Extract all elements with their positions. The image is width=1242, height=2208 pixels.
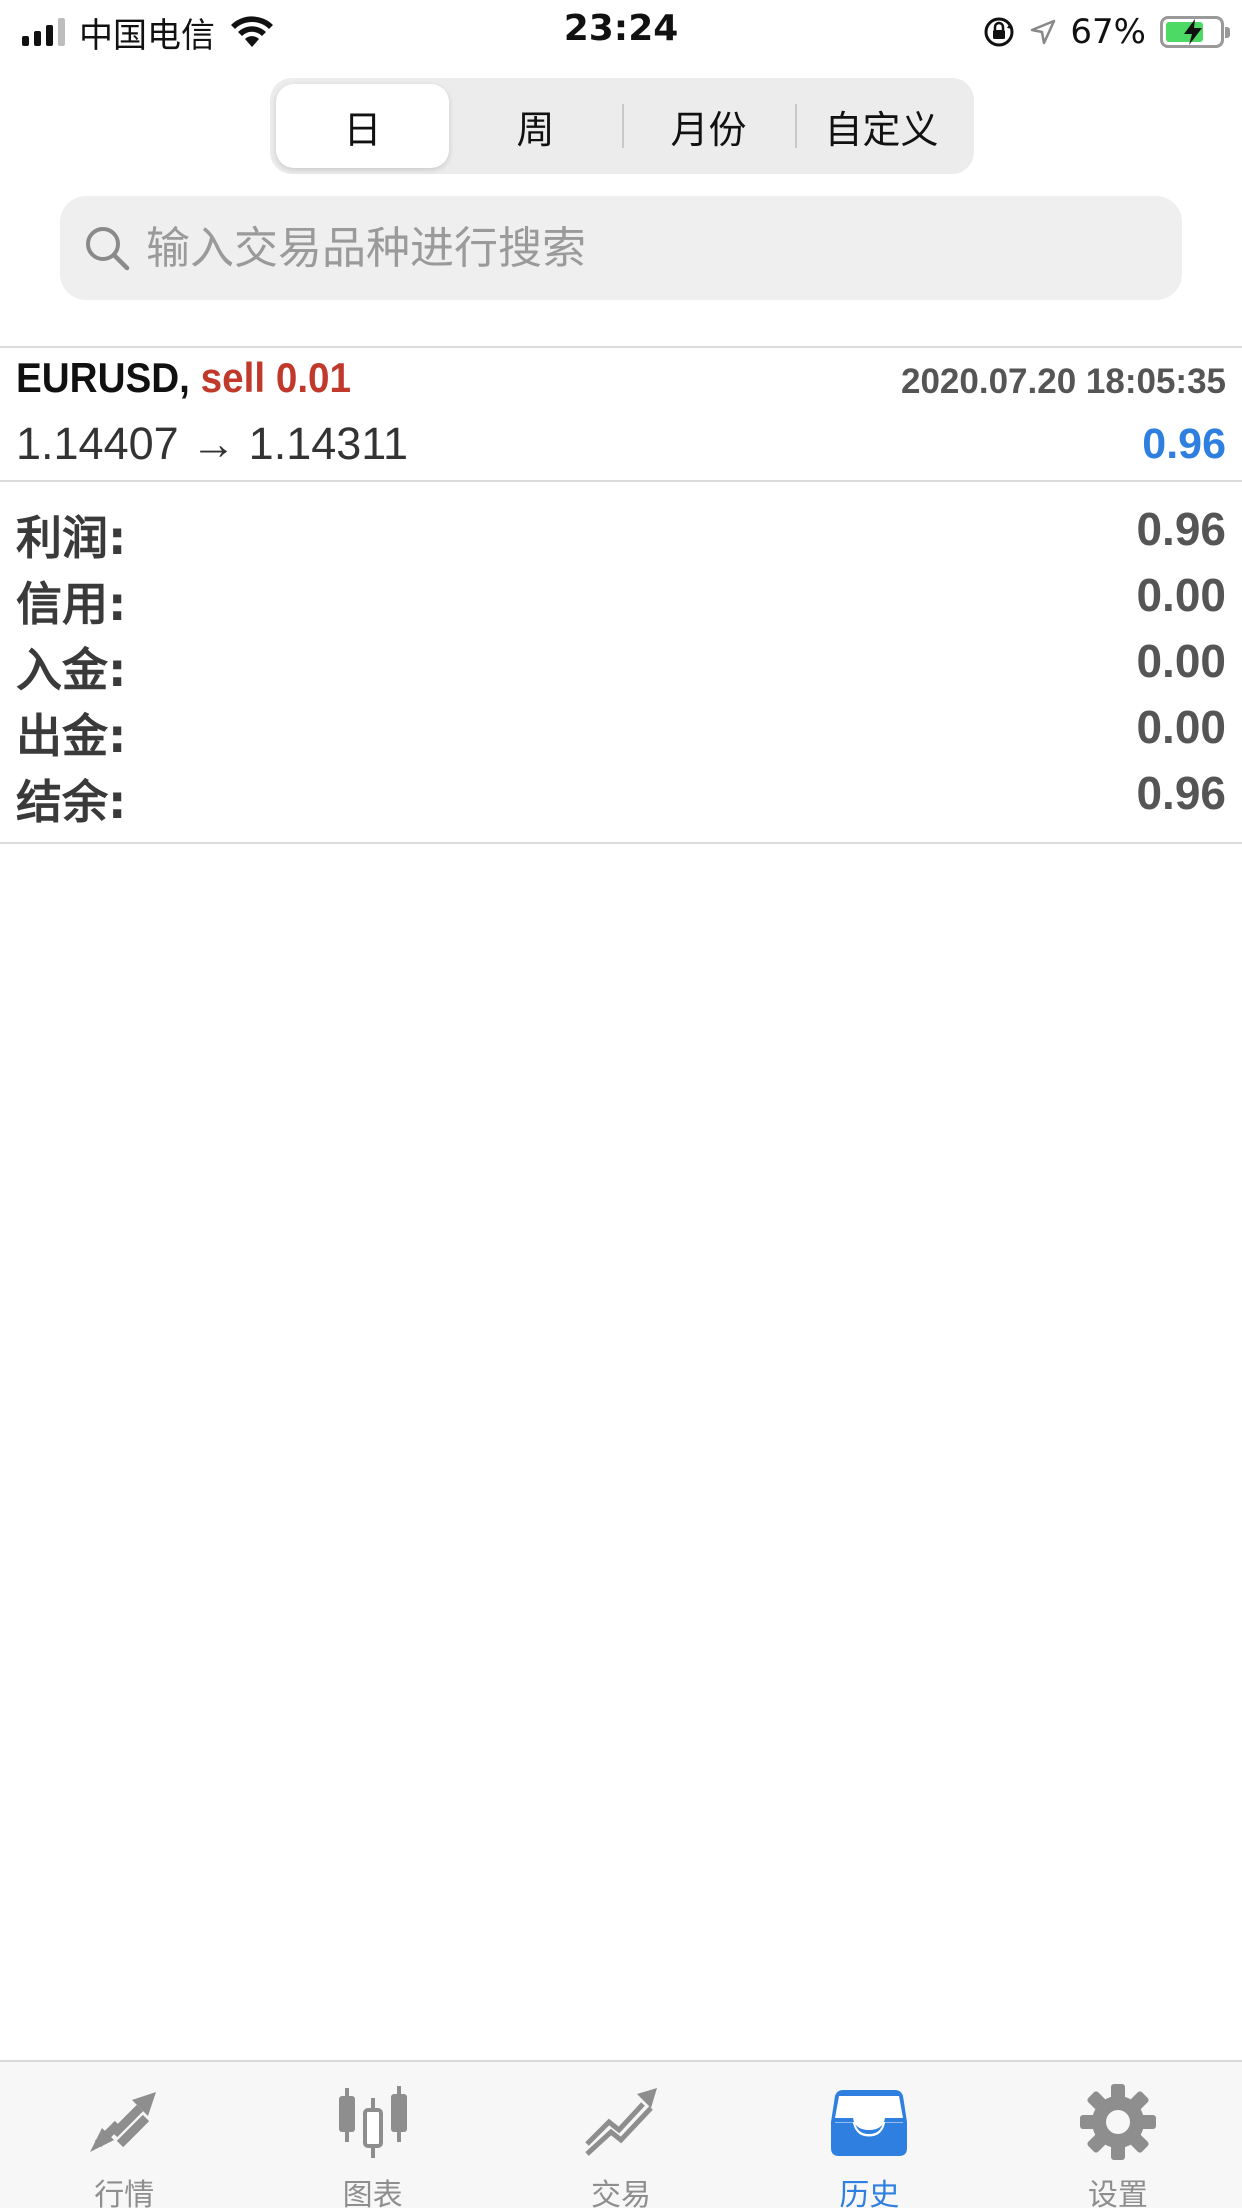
segment-day[interactable]: 日 [276, 84, 449, 168]
trade-chart-icon [585, 2088, 658, 2156]
divider [0, 842, 1242, 844]
status-bar: 中国电信 23:24 67% [0, 0, 1242, 64]
tab-trade[interactable]: 交易 [497, 2062, 745, 2208]
tab-history[interactable]: 历史 [745, 2062, 993, 2208]
summary-row-balance: 结余: 0.96 [0, 762, 1242, 829]
segment-month[interactable]: 月份 [622, 84, 795, 168]
period-segmented-control: 日 周 月份 自定义 [270, 78, 974, 174]
candlestick-icon [338, 2086, 407, 2158]
summary-value: 0.96 [1136, 503, 1226, 555]
summary-value: 0.96 [1136, 767, 1226, 819]
quotes-arrows-icon [90, 2092, 157, 2152]
tab-label: 历史 [839, 2178, 900, 2208]
summary-row-deposit: 入金: 0.00 [0, 630, 1242, 697]
trade-prices: 1.14407 → 1.14311 [16, 418, 408, 469]
search-icon [86, 227, 130, 271]
summary-value: 0.00 [1136, 701, 1226, 753]
tab-label: 行情 [94, 2178, 155, 2208]
summary-value: 0.00 [1136, 635, 1226, 687]
divider [0, 480, 1242, 482]
summary-label: 信用: [16, 577, 127, 631]
summary-label: 入金: [16, 643, 127, 697]
tab-label: 图表 [342, 2178, 403, 2208]
battery-percent: 67% [1070, 12, 1146, 52]
summary-row-credit: 信用: 0.00 [0, 564, 1242, 631]
search-bar[interactable] [60, 196, 1182, 300]
summary-label: 结余: [16, 775, 127, 829]
tab-settings[interactable]: 设置 [994, 2062, 1242, 2208]
trade-time: 2020.07.20 18:05:35 [901, 362, 1226, 401]
trade-symbol: EURUSD, [16, 354, 190, 401]
search-input[interactable] [146, 222, 1146, 274]
summary-label: 出金: [16, 709, 127, 763]
location-icon [1031, 19, 1056, 45]
tab-quotes[interactable]: 行情 [0, 2062, 248, 2208]
history-tray-icon [831, 2090, 908, 2156]
trade-row[interactable]: EURUSD, sell 0.01 2020.07.20 18:05:35 1.… [0, 348, 1242, 480]
trade-side-volume: sell 0.01 [200, 354, 352, 401]
battery-charging-icon [1160, 16, 1230, 48]
summary-value: 0.00 [1136, 569, 1226, 621]
gear-icon [1079, 2084, 1156, 2160]
segment-week[interactable]: 周 [449, 84, 622, 168]
summary-row-withdrawal: 出金: 0.00 [0, 696, 1242, 763]
summary-label: 利润: [16, 511, 127, 565]
summary-section: 利润: 0.96 信用: 0.00 入金: 0.00 出金: 0.00 结余: … [0, 498, 1242, 829]
tab-label: 交易 [591, 2178, 652, 2208]
trade-profit: 0.96 [1142, 420, 1226, 468]
tab-chart[interactable]: 图表 [248, 2062, 496, 2208]
bottom-tab-bar: 行情 图表 交易 历史 设置 [0, 2060, 1242, 2208]
segment-custom[interactable]: 自定义 [795, 84, 968, 168]
summary-row-profit: 利润: 0.96 [0, 498, 1242, 565]
rotation-lock-icon [984, 17, 1014, 47]
tab-label: 设置 [1087, 2178, 1148, 2208]
